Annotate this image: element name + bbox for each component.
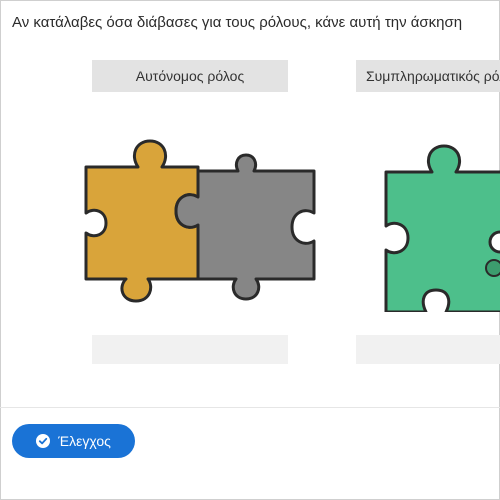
role-card-autonomous: Αυτόνομος ρόλος — [84, 60, 316, 364]
role-label[interactable]: Αυτόνομος ρόλος — [92, 60, 288, 92]
role-card-complementary: Συμπληρωματικός ρόλος — [356, 60, 500, 364]
instruction-text: Αν κατάλαβες όσα διάβασες για τους ρόλου… — [12, 14, 463, 31]
drop-zone[interactable] — [92, 335, 288, 364]
divider — [0, 407, 500, 408]
puzzle-piece-icon — [384, 144, 500, 312]
check-button[interactable]: Έλεγχος — [12, 424, 135, 458]
check-button-label: Έλεγχος — [58, 433, 111, 449]
role-label[interactable]: Συμπληρωματικός ρόλος — [356, 60, 500, 92]
puzzle-pieces-icon — [84, 139, 316, 303]
check-circle-icon — [36, 434, 51, 448]
activity-area: Αυτόνομος ρόλος Συμπληρωματικός ρόλος — [0, 60, 500, 405]
drop-zone[interactable] — [356, 335, 500, 364]
